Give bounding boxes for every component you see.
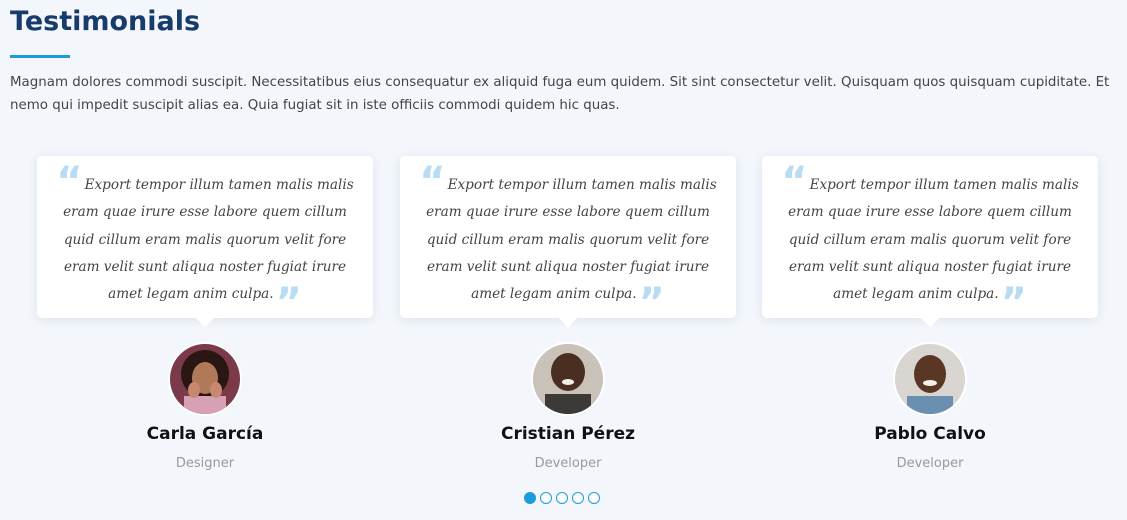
pagination-dot-3[interactable] xyxy=(555,492,568,504)
testimonial-quote: “Export tempor illum tamen malis malis e… xyxy=(781,159,1079,327)
testimonial-name: Pablo Calvo xyxy=(874,424,986,444)
testimonial-role: Designer xyxy=(175,456,235,471)
testimonial-quote: “Export tempor illum tamen malis malis e… xyxy=(56,159,354,327)
quote-text: Export tempor illum tamen malis malis er… xyxy=(788,177,1079,303)
testimonial-name: Cristian Pérez xyxy=(500,424,636,444)
testimonial-role: Developer xyxy=(896,456,964,471)
testimonial-card: “Export tempor illum tamen malis malis e… xyxy=(37,156,373,328)
testimonial-item: “Export tempor illum tamen malis malis e… xyxy=(37,156,373,476)
section-intro: Magnam dolores commodi suscipit. Necessi… xyxy=(10,75,1110,113)
pagination-dot-2[interactable] xyxy=(539,492,552,504)
pagination-dot-4[interactable] xyxy=(571,492,584,504)
avatar xyxy=(531,342,605,416)
testimonial-role: Developer xyxy=(534,456,602,471)
testimonial-card: “Export tempor illum tamen malis malis e… xyxy=(762,156,1098,328)
avatar xyxy=(168,342,242,416)
quote-text: Export tempor illum tamen malis malis er… xyxy=(426,177,717,303)
avatar xyxy=(893,342,967,416)
testimonial-quote: “Export tempor illum tamen malis malis e… xyxy=(419,159,717,327)
carousel-pagination xyxy=(0,492,1127,504)
pagination-dot-1[interactable] xyxy=(523,492,536,504)
section-title: Testimonials xyxy=(10,6,201,37)
testimonial-card: “Export tempor illum tamen malis malis e… xyxy=(400,156,736,328)
pagination-dot-5[interactable] xyxy=(587,492,600,504)
testimonial-name: Carla García xyxy=(146,424,264,444)
testimonial-item: “Export tempor illum tamen malis malis e… xyxy=(762,156,1098,476)
quote-text: Export tempor illum tamen malis malis er… xyxy=(63,177,354,303)
testimonial-item: “Export tempor illum tamen malis malis e… xyxy=(400,156,736,476)
testimonials-section: Testimonials Magnam dolores commodi susc… xyxy=(0,0,1127,520)
title-underline xyxy=(10,55,70,58)
